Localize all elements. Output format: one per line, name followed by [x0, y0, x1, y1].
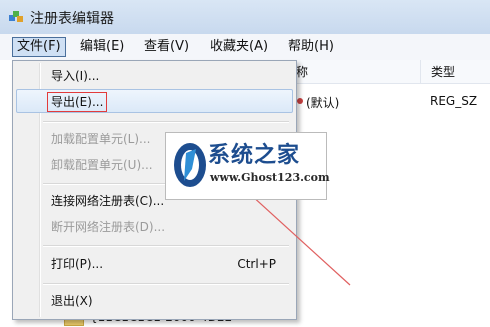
- brand-logo-icon: [174, 143, 206, 187]
- watermark-brand: 系统之家: [208, 142, 301, 168]
- watermark-url: www.Ghost123.com: [210, 171, 330, 184]
- watermark: 系统之家 www.Ghost123.com: [165, 132, 330, 200]
